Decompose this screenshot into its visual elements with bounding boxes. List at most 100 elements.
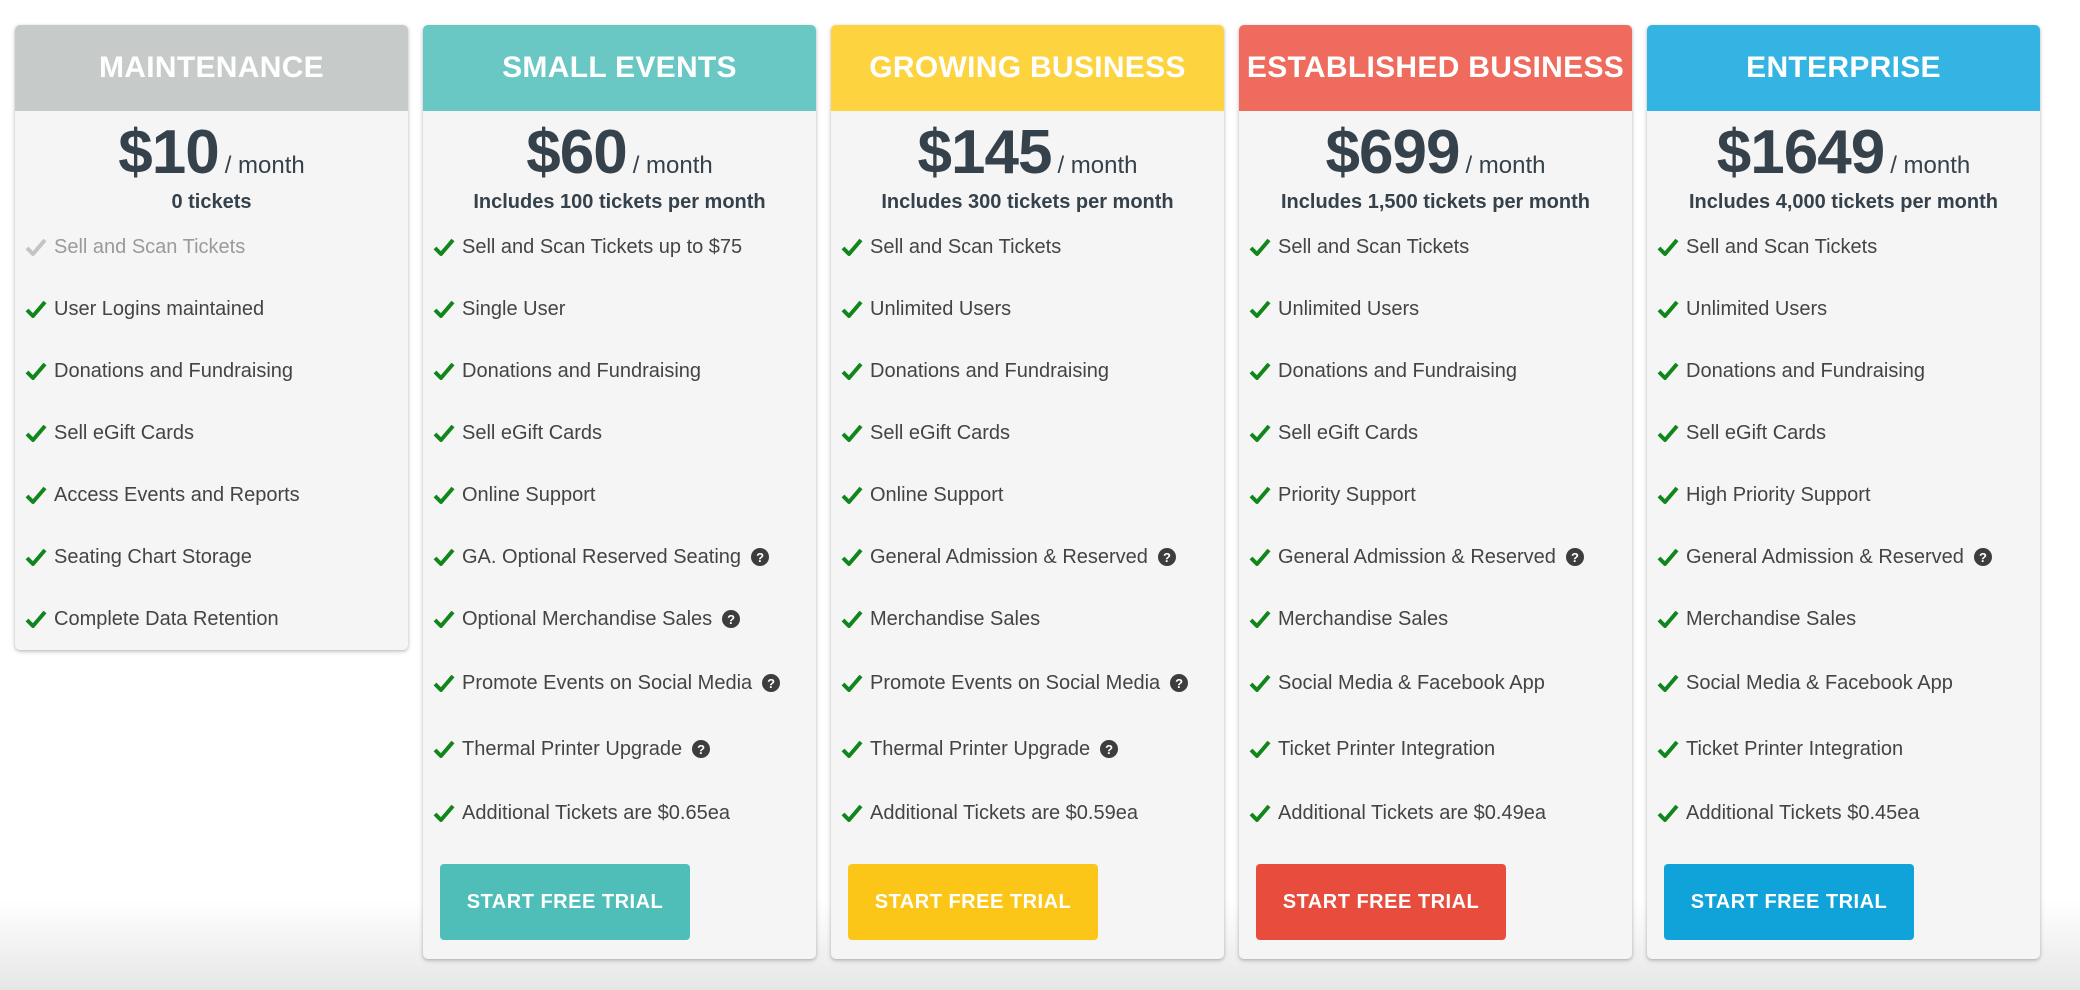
feature-list: Sell and Scan Tickets Unlimited Users Do… [831, 216, 1224, 844]
feature-label: GA. Optional Reserved Seating [462, 545, 742, 568]
feature-item: Promote Events on Social Media ? [831, 650, 1224, 716]
feature-label: Donations and Fundraising [54, 359, 294, 382]
feature-label: Single User [462, 297, 566, 320]
feature-label: Additional Tickets are $0.65ea [462, 801, 730, 824]
plan-ticket-allowance: Includes 100 tickets per month [473, 191, 766, 213]
feature-item: Seating Chart Storage [15, 526, 408, 588]
question-circle-icon[interactable]: ? [762, 674, 781, 692]
feature-item: Unlimited Users [1647, 278, 2040, 340]
feature-item: Social Media & Facebook App [1647, 650, 2040, 716]
checkmark-icon [433, 804, 455, 822]
question-circle-icon[interactable]: ? [1100, 740, 1119, 758]
feature-label: Donations and Fundraising [870, 359, 1110, 382]
plan-name: SMALL EVENTS [502, 51, 737, 84]
feature-item: Sell and Scan Tickets [15, 216, 408, 278]
feature-item: Social Media & Facebook App [1239, 650, 1632, 716]
checkmark-icon [25, 486, 47, 504]
feature-item: Sell eGift Cards [1647, 402, 2040, 464]
feature-item: GA. Optional Reserved Seating ? [423, 526, 816, 588]
checkmark-icon [433, 486, 455, 504]
checkmark-icon [1249, 804, 1271, 822]
plan-ticket-allowance: Includes 1,500 tickets per month [1281, 191, 1590, 213]
feature-item: Donations and Fundraising [1647, 340, 2040, 402]
plan-cta-area: START FREE TRIAL [423, 844, 816, 959]
plan-price-block: $699/ month Includes 1,500 tickets per m… [1239, 111, 1632, 216]
feature-label: Sell and Scan Tickets [1278, 235, 1470, 258]
checkmark-icon [841, 610, 863, 628]
feature-label: Sell and Scan Tickets up to $75 [462, 235, 743, 258]
plan-header: MAINTENANCE [15, 25, 408, 111]
plan-price: $145 [917, 118, 1053, 187]
feature-label: Sell and Scan Tickets [54, 235, 246, 258]
start-free-trial-button[interactable]: START FREE TRIAL [848, 864, 1098, 940]
question-circle-icon[interactable]: ? [692, 740, 711, 758]
question-circle-icon[interactable]: ? [1170, 674, 1189, 692]
plan-cta-area: START FREE TRIAL [831, 844, 1224, 959]
question-circle-icon[interactable]: ? [722, 610, 741, 628]
feature-item: Unlimited Users [1239, 278, 1632, 340]
checkmark-icon [841, 674, 863, 692]
checkmark-icon [433, 610, 455, 628]
checkmark-icon [841, 548, 863, 566]
plan-header: ESTABLISHED BUSINESS [1239, 25, 1632, 111]
feature-item: Sell and Scan Tickets [831, 216, 1224, 278]
feature-item: Merchandise Sales [831, 588, 1224, 650]
start-free-trial-button[interactable]: START FREE TRIAL [1256, 864, 1506, 940]
feature-item: Additional Tickets are $0.65ea [423, 782, 816, 844]
plan-price-period: / month [1057, 152, 1138, 179]
feature-label: General Admission & Reserved [1686, 545, 1964, 568]
feature-list: Sell and Scan Tickets Unlimited Users Do… [1239, 216, 1632, 844]
plan-card-maintenance: MAINTENANCE $10/ month 0 tickets Sell an… [15, 25, 408, 650]
feature-item: General Admission & Reserved ? [831, 526, 1224, 588]
feature-label: Optional Merchandise Sales [462, 607, 713, 630]
feature-label: Promote Events on Social Media [870, 671, 1161, 694]
feature-item: Additional Tickets $0.45ea [1647, 782, 2040, 844]
plan-price: $1649 [1716, 118, 1885, 187]
start-free-trial-button[interactable]: START FREE TRIAL [440, 864, 690, 940]
question-circle-icon[interactable]: ? [1157, 548, 1176, 566]
checkmark-icon [1657, 362, 1679, 380]
feature-item: Merchandise Sales [1647, 588, 2040, 650]
feature-item: High Priority Support [1647, 464, 2040, 526]
start-free-trial-button[interactable]: START FREE TRIAL [1664, 864, 1914, 940]
feature-item: Ticket Printer Integration [1647, 716, 2040, 782]
feature-label: Additional Tickets are $0.49ea [1278, 801, 1546, 824]
feature-label: Ticket Printer Integration [1278, 737, 1496, 760]
feature-item: Sell and Scan Tickets up to $75 [423, 216, 816, 278]
feature-label: User Logins maintained [54, 297, 265, 320]
question-circle-icon[interactable]: ? [1565, 548, 1584, 566]
feature-item: Donations and Fundraising [15, 340, 408, 402]
feature-item: Complete Data Retention [15, 588, 408, 650]
feature-list: Sell and Scan Tickets User Logins mainta… [15, 216, 408, 650]
feature-label: Donations and Fundraising [462, 359, 702, 382]
question-circle-icon[interactable]: ? [1973, 548, 1992, 566]
feature-label: Thermal Printer Upgrade [870, 737, 1091, 760]
feature-label: Donations and Fundraising [1686, 359, 1926, 382]
plan-price-block: $10/ month 0 tickets [15, 111, 408, 216]
checkmark-icon [433, 740, 455, 758]
question-circle-icon[interactable]: ? [751, 548, 770, 566]
feature-label: Sell eGift Cards [54, 421, 195, 444]
feature-label: Social Media & Facebook App [1278, 671, 1545, 694]
checkmark-icon [1249, 740, 1271, 758]
checkmark-icon [1657, 424, 1679, 442]
checkmark-icon [1249, 238, 1271, 256]
feature-item: Donations and Fundraising [831, 340, 1224, 402]
plan-price: $699 [1325, 118, 1461, 187]
feature-label: Sell eGift Cards [870, 421, 1011, 444]
feature-item: Donations and Fundraising [1239, 340, 1632, 402]
feature-label: Complete Data Retention [54, 607, 279, 630]
plan-cta-area: START FREE TRIAL [1647, 844, 2040, 959]
feature-item: Sell eGift Cards [831, 402, 1224, 464]
plan-price-block: $1649/ month Includes 4,000 tickets per … [1647, 111, 2040, 216]
feature-label: Unlimited Users [870, 297, 1012, 320]
feature-item: Ticket Printer Integration [1239, 716, 1632, 782]
feature-label: Sell and Scan Tickets [870, 235, 1062, 258]
plan-card-enterprise: ENTERPRISE $1649/ month Includes 4,000 t… [1647, 25, 2040, 959]
checkmark-icon [433, 300, 455, 318]
feature-item: Promote Events on Social Media ? [423, 650, 816, 716]
checkmark-icon [841, 300, 863, 318]
checkmark-icon [1249, 486, 1271, 504]
feature-label: Priority Support [1278, 483, 1416, 506]
feature-list: Sell and Scan Tickets up to $75 Single U… [423, 216, 816, 844]
